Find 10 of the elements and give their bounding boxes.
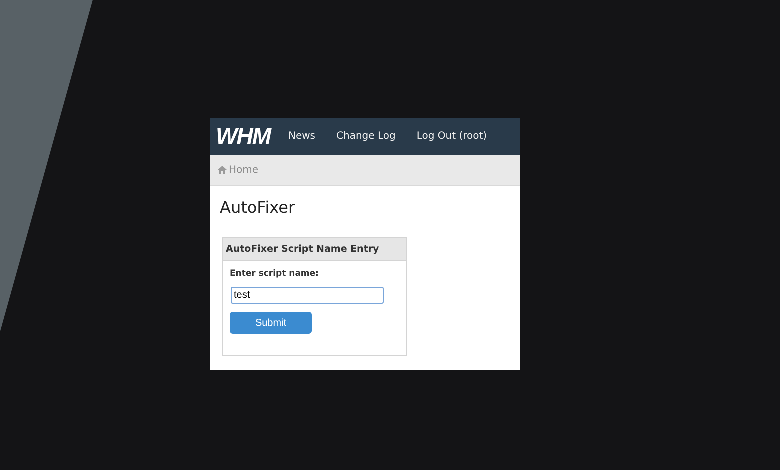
nav-link[interactable]: Change Log [336, 131, 396, 142]
logo: WHM [216, 125, 270, 148]
page-title: AutoFixer [220, 198, 296, 218]
submit-button[interactable]: Submit [230, 312, 312, 334]
input-field[interactable]: test [231, 287, 384, 304]
nav-link[interactable]: News [288, 131, 316, 142]
home-icon [218, 166, 227, 174]
nav-link[interactable]: Log Out (root) [416, 131, 488, 142]
panel-title: AutoFixer Script Name Entry [226, 244, 380, 254]
field-label: Enter script name: [230, 269, 319, 279]
